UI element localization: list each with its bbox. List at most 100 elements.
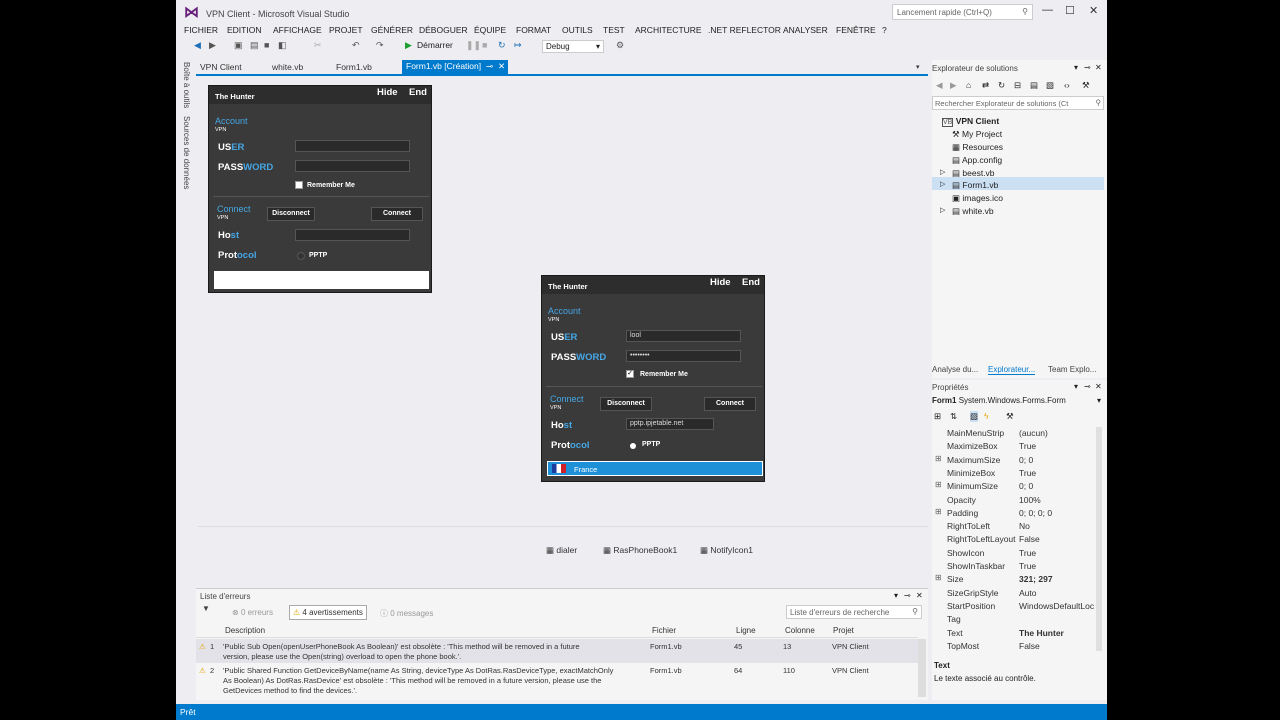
property-value[interactable]: No xyxy=(1019,521,1030,531)
menu-equipe[interactable]: ÉQUIPE xyxy=(474,25,506,35)
property-row[interactable]: MinimizeBox True xyxy=(932,467,1102,480)
object-selector[interactable]: Form1 System.Windows.Forms.Form ▾ xyxy=(932,396,1104,409)
tray-item-rasphonebook[interactable]: ▦ RasPhoneBook1 xyxy=(603,545,677,556)
forward-icon[interactable]: ▶ xyxy=(209,40,216,51)
tab-team-explorer[interactable]: Team Explo... xyxy=(1048,365,1096,374)
user-input[interactable] xyxy=(295,140,410,152)
property-row[interactable]: ShowInTaskbar True xyxy=(932,560,1102,573)
property-value[interactable]: (aucun) xyxy=(1019,428,1048,438)
menu-affichage[interactable]: AFFICHAGE xyxy=(273,25,322,35)
tab-analyse[interactable]: Analyse du... xyxy=(932,365,978,374)
property-row[interactable]: Opacity 100% xyxy=(932,494,1102,507)
tab-form1-vb[interactable]: Form1.vb xyxy=(336,62,372,72)
end-button[interactable]: End xyxy=(742,277,760,288)
host-input[interactable] xyxy=(295,229,410,241)
tray-item-notifyicon[interactable]: ▦ NotifyIcon1 xyxy=(700,545,753,556)
menu-fenetre[interactable]: FENÊTRE xyxy=(836,25,876,35)
property-row[interactable]: StartPosition WindowsDefaultLoc xyxy=(932,600,1102,613)
password-input[interactable]: •••••••• xyxy=(626,350,741,362)
hide-button[interactable]: Hide xyxy=(377,87,398,98)
start-icon[interactable]: ▶ xyxy=(405,40,412,51)
menu-edition[interactable]: EDITION xyxy=(227,25,261,35)
table-row[interactable]: ⚠ 1 'Public Sub Open(openUserPhoneBook A… xyxy=(196,639,918,663)
redo-icon[interactable]: ↷ xyxy=(376,40,384,51)
tree-item-my-project[interactable]: ⚒ My Project xyxy=(952,129,1002,140)
tree-item-resources[interactable]: ▦ Resources xyxy=(952,142,1003,153)
property-row[interactable]: RightToLeftLayout False xyxy=(932,533,1102,546)
col-column[interactable]: Colonne xyxy=(785,626,815,635)
warnings-filter-button[interactable]: ⚠ 4 avertissements xyxy=(289,605,367,620)
property-row[interactable]: RightToLeft No xyxy=(932,520,1102,533)
refresh-icon[interactable]: ↻ xyxy=(998,80,1005,91)
undo-icon[interactable]: ↶ xyxy=(352,40,360,51)
property-value[interactable]: 321; 297 xyxy=(1019,574,1053,584)
menu-format[interactable]: FORMAT xyxy=(516,25,551,35)
host-input[interactable]: pptp.ipjetable.net xyxy=(626,418,714,430)
close-icon[interactable]: ✕ xyxy=(1089,4,1098,17)
tree-item-form1[interactable]: ▤ Form1.vb xyxy=(952,180,998,191)
property-value[interactable]: Auto xyxy=(1019,588,1037,598)
password-input[interactable] xyxy=(295,160,410,172)
menu-analyser[interactable]: ANALYSER xyxy=(783,25,828,35)
table-row[interactable]: ⚠ 2 'Public Shared Function GetDeviceByN… xyxy=(196,664,918,698)
col-line[interactable]: Ligne xyxy=(736,626,756,635)
dropdown-icon[interactable]: ▾ xyxy=(1074,63,1078,72)
save-icon[interactable]: ■ xyxy=(264,40,269,50)
error-search-input[interactable]: Liste d'erreurs de recherche ⚲ xyxy=(786,605,922,619)
end-button[interactable]: End xyxy=(409,87,427,98)
back-icon[interactable]: ◀ xyxy=(936,80,943,91)
designer-form[interactable]: The Hunter Hide End Account VPN USER PAS… xyxy=(208,85,432,293)
pin-icon[interactable]: ⊸ xyxy=(1084,382,1091,391)
toolbar-options-icon[interactable]: ⚙ xyxy=(616,40,624,51)
menu-outils[interactable]: OUTILS xyxy=(562,25,593,35)
solution-search-input[interactable]: Rechercher Explorateur de solutions (Ct ⚲ xyxy=(932,96,1104,110)
stop-icon[interactable]: ■ xyxy=(482,40,487,50)
tree-item-images-ico[interactable]: ▣ images.ico xyxy=(952,193,1003,204)
country-combobox[interactable]: France xyxy=(547,461,763,476)
menu-test[interactable]: TEST xyxy=(603,25,625,35)
sync-icon[interactable]: ⇄ xyxy=(982,80,989,91)
tab-form1-design[interactable]: Form1.vb [Création] ⊸ ✕ xyxy=(402,60,508,74)
country-combobox[interactable] xyxy=(214,271,429,289)
menu-net-reflector[interactable]: .NET REFLECTOR xyxy=(708,25,781,35)
remember-checkbox[interactable] xyxy=(295,181,303,189)
property-value[interactable]: 100% xyxy=(1019,495,1041,505)
col-description[interactable]: Description xyxy=(225,626,265,635)
menu-generer[interactable]: GÉNÉRER xyxy=(371,25,413,35)
open-icon[interactable]: ▤ xyxy=(250,40,259,51)
tab-white-vb[interactable]: white.vb xyxy=(272,62,303,72)
connect-button[interactable]: Connect xyxy=(371,207,423,221)
expand-icon[interactable]: ▷ xyxy=(940,206,945,214)
expand-icon[interactable]: ⊞ xyxy=(935,480,942,489)
pptp-radio[interactable] xyxy=(630,443,636,449)
menu-architecture[interactable]: ARCHITECTURE xyxy=(635,25,702,35)
property-value[interactable]: The Hunter xyxy=(1019,628,1064,638)
close-icon[interactable]: ✕ xyxy=(1095,382,1102,391)
solution-config-select[interactable]: Debug ▾ xyxy=(542,40,604,53)
pptp-radio[interactable] xyxy=(297,252,305,260)
properties-icon[interactable]: ▧ xyxy=(970,411,979,422)
close-icon[interactable]: ✕ xyxy=(1095,63,1102,72)
property-row[interactable]: Tag xyxy=(932,613,1102,626)
events-icon[interactable]: ϟ xyxy=(984,411,989,421)
connect-button[interactable]: Connect xyxy=(704,397,756,411)
property-row[interactable]: TopMost False xyxy=(932,640,1102,653)
menu-fichier[interactable]: FICHIER xyxy=(184,25,218,35)
property-row[interactable]: ⊞ Size 321; 297 xyxy=(932,573,1102,586)
running-form[interactable]: The Hunter Hide End Account VPN USER loo… xyxy=(541,275,765,482)
properties-scrollbar[interactable] xyxy=(1096,427,1102,651)
step-icon[interactable]: ↦ xyxy=(514,40,522,51)
pin-icon[interactable]: ⊸ xyxy=(1084,63,1091,72)
tree-item-app-config[interactable]: ▤ App.config xyxy=(952,155,1002,166)
tray-item-dialer[interactable]: ▦ dialer xyxy=(546,545,577,556)
property-value[interactable]: 0; 0; 0; 0 xyxy=(1019,508,1052,518)
property-value[interactable]: True xyxy=(1019,441,1036,451)
minimize-icon[interactable]: — xyxy=(1042,4,1053,16)
tree-item-white[interactable]: ▤ white.vb xyxy=(952,206,994,217)
expand-icon[interactable]: ⊞ xyxy=(935,507,942,516)
expand-icon[interactable]: ⊞ xyxy=(935,573,942,582)
property-value[interactable]: True xyxy=(1019,468,1036,478)
property-value[interactable]: WindowsDefaultLoc xyxy=(1019,601,1094,611)
dropdown-icon[interactable]: ▾ xyxy=(1074,382,1078,391)
wrench-icon[interactable]: ⚒ xyxy=(1082,80,1090,91)
